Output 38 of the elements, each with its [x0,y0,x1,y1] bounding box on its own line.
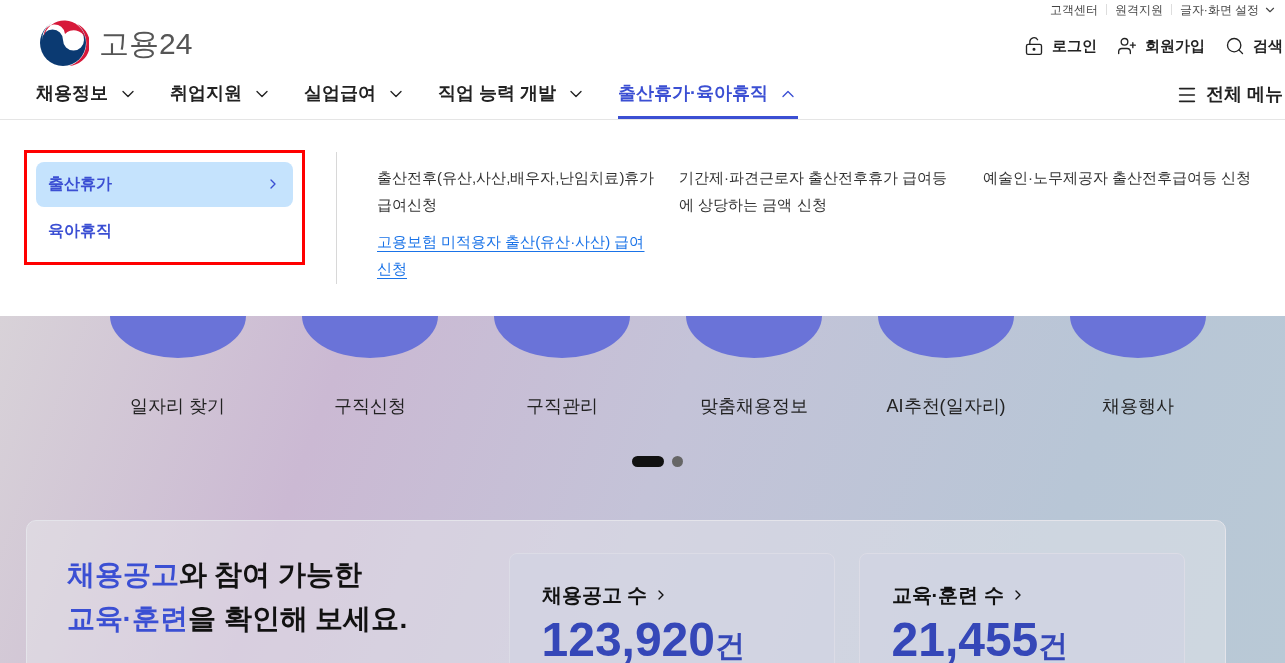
quick-menu-item[interactable]: 채용행사 [1042,316,1234,420]
stats-headline: 채용공고와 참여 가능한 교육·훈련을 확인해 보세요. [66,558,409,636]
nav-tab[interactable]: 채용정보 [36,80,138,119]
search-icon [1225,36,1245,56]
submenu-link[interactable]: 출산전후(유산,사산,배우자,난임치료)휴가 급여신청 [377,164,657,218]
nav-tab[interactable]: 직업 능력 개발 [438,80,586,119]
stat-value: 123,920 [541,613,715,663]
full-menu-button[interactable]: 전체 메뉴 [1176,81,1283,119]
stat-card[interactable]: 채용공고 수 123,920건 [508,553,835,663]
stat-unit: 건 [715,629,745,662]
utility-link[interactable]: 글자·화면 설정 [1179,0,1259,19]
signup-link[interactable]: 회원가입 [1117,34,1205,58]
search-link[interactable]: 검색 [1225,34,1283,58]
submenu-category[interactable]: 출산휴가 [36,162,293,207]
stat-card[interactable]: 교육·훈련 수 21,455건 [858,553,1185,663]
quick-menu-item[interactable]: 맞춤채용정보 [658,316,850,420]
emblem-logo-icon [39,18,89,68]
stat-title: 채용공고 수 [541,580,834,610]
utility-link[interactable]: 원격지원 [1114,0,1163,19]
submenu-link[interactable]: 고용보험 미적용자 출산(유산·사산) 급여신청 [377,228,657,282]
submenu-link[interactable]: 예술인·노무제공자 출산전후급여등 신청 [983,150,1265,191]
submenu-category[interactable]: 육아휴직 [36,208,293,253]
stat-title: 교육·훈련 수 [891,580,1184,610]
nav-tab[interactable]: 취업지원 [170,80,272,119]
quick-menu-item[interactable]: 일자리 찾기 [82,316,274,420]
quick-menu-item[interactable]: 구직신청 [274,316,466,420]
logo-text: 고용24 [99,25,193,62]
login-link[interactable]: 로그인 [1024,34,1097,58]
quick-menu-item[interactable]: AI추천(일자리) [850,316,1042,420]
nav-tab[interactable]: 실업급여 [304,80,406,119]
nav-tab[interactable]: 출산휴가·육아휴직 [618,80,798,119]
user-plus-icon [1117,36,1137,56]
quick-menu-item[interactable]: 구직관리 [466,316,658,420]
stat-unit: 건 [1038,629,1069,662]
unlocked-padlock-icon [1024,36,1044,56]
stat-value: 21,455 [891,613,1039,663]
utility-link[interactable]: 고객센터 [1049,0,1098,19]
submenu-link[interactable]: 기간제·파견근로자 출산전후휴가 급여등에 상당하는 금액 신청 [679,150,961,218]
